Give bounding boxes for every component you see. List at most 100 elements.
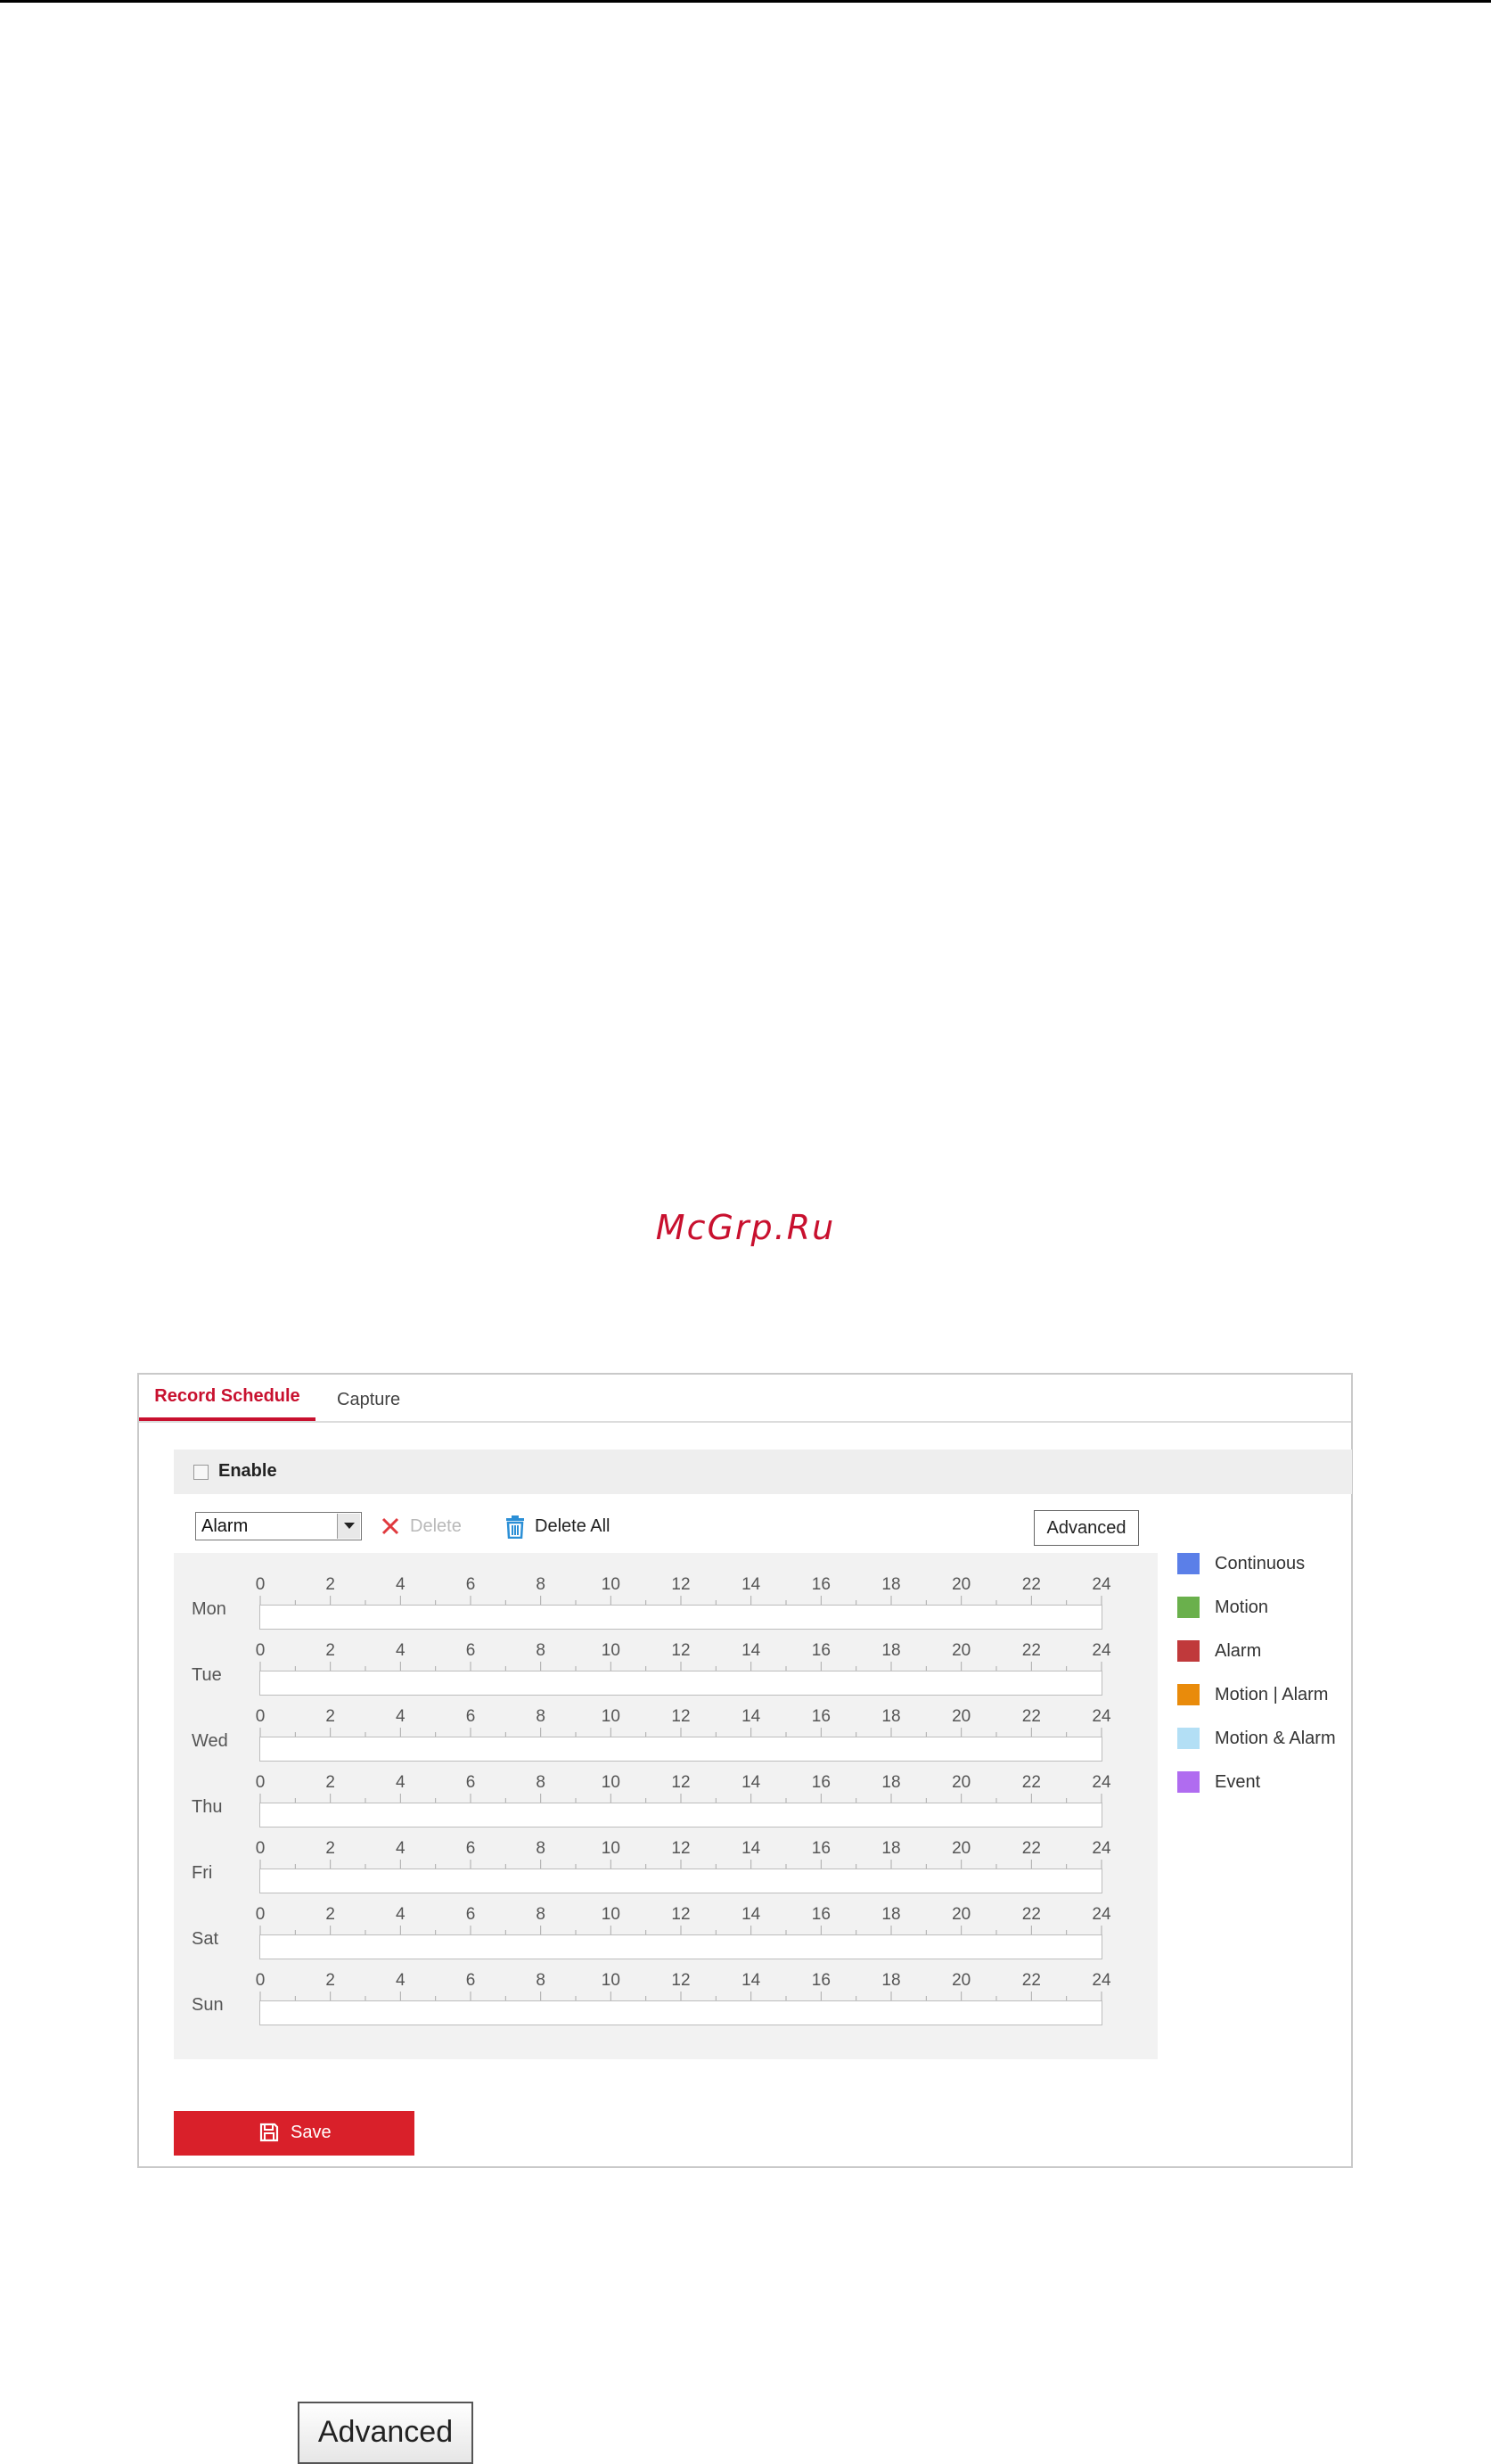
hour-tick-label: 14 bbox=[741, 1839, 761, 1858]
hour-ticks bbox=[259, 1926, 1102, 1934]
hour-tick-label: 22 bbox=[1021, 1905, 1041, 1924]
legend-label: Motion bbox=[1215, 1597, 1269, 1617]
legend-item: Motion & Alarm bbox=[1177, 1726, 1356, 1749]
hour-tick-label: 10 bbox=[601, 1641, 620, 1660]
hour-tick-label: 16 bbox=[811, 1641, 831, 1660]
hour-tick-label: 20 bbox=[952, 1575, 971, 1594]
hour-tick-label: 4 bbox=[396, 1707, 406, 1726]
hour-tick-label: 6 bbox=[465, 1839, 476, 1858]
hour-tick-label: 4 bbox=[396, 1971, 406, 1990]
hour-tick-label: 2 bbox=[325, 1641, 335, 1660]
hour-tick-label: 22 bbox=[1021, 1971, 1041, 1990]
tab-record-schedule[interactable]: Record Schedule bbox=[139, 1375, 315, 1421]
close-icon bbox=[381, 1517, 399, 1535]
hour-tick-label: 14 bbox=[741, 1773, 761, 1792]
hour-tick-label: 20 bbox=[952, 1707, 971, 1726]
day-label: Fri bbox=[192, 1863, 213, 1883]
hour-tick-label: 14 bbox=[741, 1641, 761, 1660]
hour-tick-label: 0 bbox=[255, 1641, 266, 1660]
hour-tick-label: 0 bbox=[255, 1905, 266, 1924]
record-type-select[interactable]: Alarm bbox=[195, 1512, 362, 1540]
hour-tick-label: 12 bbox=[671, 1707, 691, 1726]
hour-tick-label: 8 bbox=[536, 1905, 545, 1924]
save-button[interactable]: Save bbox=[174, 2111, 414, 2156]
chevron-down-icon[interactable] bbox=[337, 1514, 360, 1539]
hour-tick-label: 18 bbox=[881, 1839, 901, 1858]
hour-tick-label: 22 bbox=[1021, 1641, 1041, 1660]
hour-tick-label: 10 bbox=[601, 1707, 620, 1726]
hour-tick-label: 14 bbox=[741, 1905, 761, 1924]
page-top-rule bbox=[0, 0, 1491, 3]
advanced-button-large[interactable]: Advanced bbox=[298, 2402, 473, 2464]
hour-tick-label: 24 bbox=[1092, 1839, 1111, 1858]
watermark: McGrp.Ru bbox=[655, 1208, 836, 1247]
hour-tick-label: 4 bbox=[396, 1839, 406, 1858]
delete-all-button[interactable]: Delete All bbox=[504, 1514, 629, 1540]
hour-tick-label: 24 bbox=[1092, 1773, 1111, 1792]
hour-ticks bbox=[259, 1662, 1102, 1671]
hour-ticks bbox=[259, 1596, 1102, 1605]
hour-tick-label: 20 bbox=[952, 1971, 971, 1990]
enable-checkbox[interactable] bbox=[193, 1465, 209, 1480]
hour-tick-label: 18 bbox=[881, 1905, 901, 1924]
legend-item: Motion bbox=[1177, 1595, 1356, 1618]
legend-swatch bbox=[1177, 1640, 1200, 1662]
legend-item: Event bbox=[1177, 1770, 1356, 1793]
hour-tick-label: 4 bbox=[396, 1641, 406, 1660]
hour-tick-label: 22 bbox=[1021, 1839, 1041, 1858]
hour-tick-label: 2 bbox=[325, 1575, 335, 1594]
day-row: 0 2 4 6 8 10 12 14 16 18 20 22 24 Tue bbox=[174, 1619, 1158, 1696]
hour-tick-label: 16 bbox=[811, 1575, 831, 1594]
hour-tick-label: 10 bbox=[601, 1575, 620, 1594]
hour-tick-label: 12 bbox=[671, 1971, 691, 1990]
trash-icon bbox=[506, 1515, 524, 1539]
hour-tick-label: 12 bbox=[671, 1839, 691, 1858]
hour-tick-label: 2 bbox=[325, 1905, 335, 1924]
advanced-button[interactable]: Advanced bbox=[1034, 1510, 1139, 1546]
hour-tick-label: 8 bbox=[536, 1773, 545, 1792]
day-row: 0 2 4 6 8 10 12 14 16 18 20 22 24 Sun bbox=[174, 1949, 1158, 2025]
hour-tick-label: 16 bbox=[811, 1971, 831, 1990]
hour-tick-label: 8 bbox=[536, 1575, 545, 1594]
delete-label: Delete bbox=[410, 1516, 462, 1536]
hour-tick-label: 22 bbox=[1021, 1707, 1041, 1726]
hour-tick-label: 14 bbox=[741, 1707, 761, 1726]
hour-tick-label: 12 bbox=[671, 1905, 691, 1924]
delete-button[interactable]: Delete bbox=[380, 1514, 469, 1540]
hour-tick-label: 10 bbox=[601, 1905, 620, 1924]
legend-item: Alarm bbox=[1177, 1639, 1356, 1662]
day-timeline-bar[interactable] bbox=[259, 2000, 1102, 2025]
hour-tick-label: 8 bbox=[536, 1707, 545, 1726]
legend-item: Continuous bbox=[1177, 1551, 1356, 1574]
legend-label: Continuous bbox=[1215, 1554, 1306, 1573]
hour-tick-label: 18 bbox=[881, 1641, 901, 1660]
hour-tick-label: 20 bbox=[952, 1905, 971, 1924]
hour-tick-label: 16 bbox=[811, 1905, 831, 1924]
hour-tick-label: 14 bbox=[741, 1575, 761, 1594]
hour-ticks bbox=[259, 1794, 1102, 1803]
hour-tick-label: 18 bbox=[881, 1707, 901, 1726]
save-label: Save bbox=[291, 2123, 332, 2142]
hour-tick-label: 12 bbox=[671, 1575, 691, 1594]
hour-tick-label: 20 bbox=[952, 1773, 971, 1792]
hour-tick-label: 2 bbox=[325, 1707, 335, 1726]
hour-tick-label: 6 bbox=[465, 1707, 476, 1726]
hour-tick-label: 4 bbox=[396, 1575, 406, 1594]
hour-tick-label: 6 bbox=[465, 1575, 476, 1594]
day-label: Tue bbox=[192, 1665, 222, 1685]
hour-tick-label: 20 bbox=[952, 1839, 971, 1858]
hour-ticks bbox=[259, 1728, 1102, 1737]
tab-bar: Record Schedule Capture bbox=[139, 1375, 1351, 1423]
hour-tick-label: 12 bbox=[671, 1773, 691, 1792]
schedule-grid: 0 2 4 6 8 10 12 14 16 18 20 22 24 Mon 0 2 4 6 8 10 12 14 16 18 2… bbox=[174, 1553, 1158, 2059]
hour-tick-label: 0 bbox=[255, 1575, 266, 1594]
hour-tick-label: 24 bbox=[1092, 1575, 1111, 1594]
hour-tick-label: 24 bbox=[1092, 1905, 1111, 1924]
day-label: Mon bbox=[192, 1599, 226, 1619]
hour-tick-label: 12 bbox=[671, 1641, 691, 1660]
record-schedule-panel: Record Schedule Capture Enable Alarm Del… bbox=[137, 1373, 1353, 2168]
hour-tick-label: 4 bbox=[396, 1905, 406, 1924]
hour-tick-label: 18 bbox=[881, 1971, 901, 1990]
hour-tick-label: 2 bbox=[325, 1971, 335, 1990]
tab-capture[interactable]: Capture bbox=[337, 1375, 400, 1421]
